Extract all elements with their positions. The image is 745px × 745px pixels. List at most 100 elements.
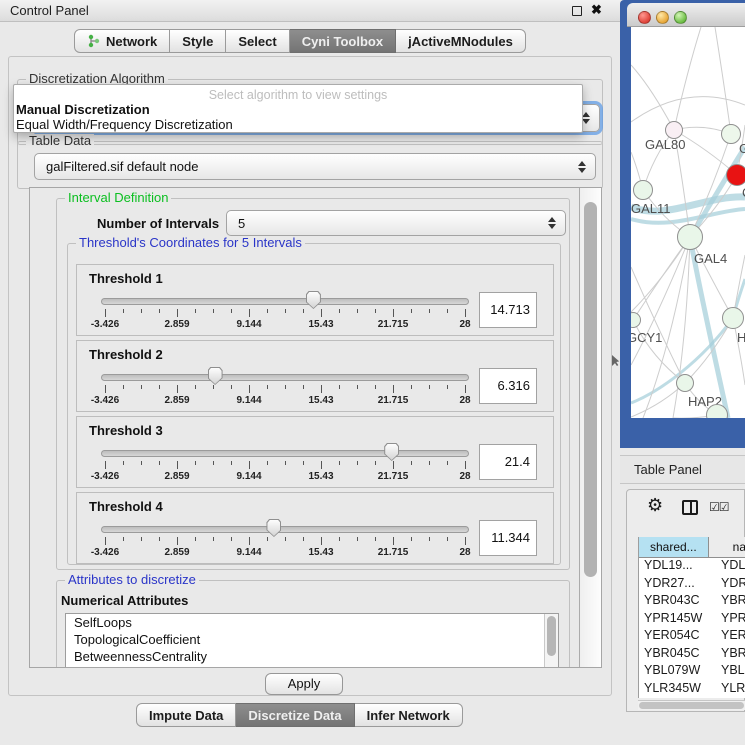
cyni-toolbox-panel: Discretization Algorithm Table Data galF… <box>8 56 612 696</box>
slider-track[interactable] <box>101 526 469 533</box>
threshold-value-field[interactable]: 21.4 <box>479 444 537 480</box>
threshold-value-field[interactable]: 14.713 <box>479 292 537 328</box>
tab-infer-network[interactable]: Infer Network <box>355 703 463 727</box>
numerical-attributes-list[interactable]: SelfLoopsTopologicalCoefficientBetweenne… <box>65 613 559 667</box>
gear-icon[interactable]: ⚙ <box>647 495 663 516</box>
network-node-h[interactable] <box>722 307 744 329</box>
minor-tick <box>411 385 412 389</box>
minor-tick <box>267 309 268 313</box>
list-scrollbar[interactable] <box>544 614 558 667</box>
minor-tick <box>159 537 160 541</box>
slider-track[interactable] <box>101 298 469 305</box>
tick-label: 28 <box>459 471 470 482</box>
close-icon[interactable]: ✖ <box>591 2 602 18</box>
list-item-topologicalcoefficient[interactable]: TopologicalCoefficient <box>66 631 558 648</box>
minor-tick <box>195 537 196 541</box>
network-canvas[interactable]: GAL80GACGAL11GAL4GCY1HHAP2 <box>631 27 745 418</box>
table-row[interactable]: YDL19...YDL1 <box>639 558 745 576</box>
tick-label: 9.144 <box>236 395 261 406</box>
select-columns-checkboxes-icon[interactable]: ☑☑ <box>709 500 729 514</box>
minor-tick <box>339 309 340 313</box>
application-window: Control Panel ✖ NetworkStyleSelectCyni T… <box>0 0 745 745</box>
network-window-titlebar[interactable] <box>627 3 745 27</box>
minor-tick <box>375 537 376 541</box>
thresholds-group-title: Threshold's Coordinates for 5 Intervals <box>76 236 305 250</box>
major-tick <box>105 461 106 469</box>
table-row[interactable]: YPR145WYPR1 <box>639 611 745 629</box>
node-attribute-table[interactable]: shared... na YDL19...YDL1YDR27...YDR2YBR… <box>638 537 745 698</box>
minor-tick <box>267 537 268 541</box>
number-of-intervals-combo[interactable]: 5 <box>226 210 566 236</box>
tab-style[interactable]: Style <box>170 29 226 53</box>
table-data-selected-value: galFiltered.sif default node <box>35 159 198 174</box>
minor-tick <box>429 461 430 465</box>
apply-row: Apply <box>9 669 611 696</box>
network-node-hap2[interactable] <box>676 374 694 392</box>
attributes-group-title: Attributes to discretize <box>65 573 199 587</box>
minor-tick <box>429 385 430 389</box>
tab-discretize-data[interactable]: Discretize Data <box>236 703 354 727</box>
threshold-value-field[interactable]: 11.344 <box>479 520 537 556</box>
table-row[interactable]: YBL079WYBL0 <box>639 663 745 681</box>
tick-label: 2.859 <box>164 395 189 406</box>
apply-button[interactable]: Apply <box>265 673 343 695</box>
interval-definition-title: Interval Definition <box>65 191 171 205</box>
table-row[interactable]: YER054CYER0 <box>639 628 745 646</box>
major-tick <box>177 385 178 393</box>
column-header-shared-name[interactable]: shared... <box>639 537 709 557</box>
minor-tick <box>357 461 358 465</box>
list-item-betweennesscentrality[interactable]: BetweennessCentrality <box>66 648 558 665</box>
tick-label: 21.715 <box>378 471 409 482</box>
table-horizontal-scrollbar[interactable] <box>638 700 745 710</box>
settings-viewport: Interval Definition Number of Intervals … <box>30 188 580 667</box>
settings-scrollbar-thumb[interactable] <box>584 202 597 577</box>
settings-scrollbar[interactable] <box>579 188 601 667</box>
table-data-combo[interactable]: galFiltered.sif default node <box>34 153 596 180</box>
cell-shared-name: YBR045C <box>639 646 709 664</box>
table-row[interactable]: YBR043CYBR0 <box>639 593 745 611</box>
control-panel-titlebar: Control Panel ✖ <box>0 0 620 22</box>
popup-option-equal-width-frequency[interactable]: Equal Width/Frequency Discretization <box>16 117 580 132</box>
slider-ticks: -3.4262.8599.14415.4321.71528 <box>101 385 469 411</box>
tab-network[interactable]: Network <box>74 29 170 53</box>
minor-tick <box>339 461 340 465</box>
network-node-gal11[interactable] <box>633 180 653 200</box>
slider-thumb[interactable] <box>306 291 321 309</box>
network-edges <box>631 27 745 418</box>
column-header-name[interactable]: na <box>709 537 745 557</box>
table-row[interactable]: YBR045CYBR0 <box>639 646 745 664</box>
table-row[interactable]: YLR345WYLR3 <box>639 681 745 699</box>
threshold-value-field[interactable]: 6.316 <box>479 368 537 404</box>
popup-option-manual-discretization[interactable]: Manual Discretization <box>16 102 580 117</box>
slider-thumb[interactable] <box>208 367 223 385</box>
network-node-ga[interactable] <box>721 124 741 144</box>
list-item-selfloops[interactable]: SelfLoops <box>66 614 558 631</box>
network-node-gal4[interactable] <box>677 224 703 250</box>
tick-label: 9.144 <box>236 319 261 330</box>
tab-select[interactable]: Select <box>226 29 289 53</box>
zoom-traffic-light-icon[interactable] <box>674 11 687 24</box>
major-tick <box>249 537 250 545</box>
tab-cyni-toolbox[interactable]: Cyni Toolbox <box>290 29 396 53</box>
split-columns-icon[interactable] <box>682 500 698 515</box>
tick-label: -3.426 <box>91 471 119 482</box>
table-row[interactable]: YDR27...YDR2 <box>639 576 745 594</box>
minimize-traffic-light-icon[interactable] <box>656 11 669 24</box>
table-hscrollbar-thumb[interactable] <box>639 702 744 709</box>
threshold-panel-1: Threshold 1-3.4262.8599.14415.4321.71528… <box>76 264 554 336</box>
slider-thumb[interactable] <box>266 519 281 537</box>
major-tick <box>321 309 322 317</box>
close-traffic-light-icon[interactable] <box>638 11 651 24</box>
tab-jactivemnodules[interactable]: jActiveMNodules <box>396 29 526 53</box>
list-scrollbar-thumb[interactable] <box>547 616 556 656</box>
float-window-icon[interactable] <box>572 6 582 16</box>
slider-thumb[interactable] <box>384 443 399 461</box>
network-node-c[interactable] <box>726 164 745 186</box>
algorithm-dropdown-popup: Select algorithm to view settings Manual… <box>13 84 583 133</box>
major-tick <box>105 385 106 393</box>
minor-tick <box>375 309 376 313</box>
table-panel-title: Table Panel <box>634 462 702 477</box>
tab-impute-data[interactable]: Impute Data <box>136 703 236 727</box>
slider-track[interactable] <box>101 374 469 381</box>
slider-track[interactable] <box>101 450 469 457</box>
